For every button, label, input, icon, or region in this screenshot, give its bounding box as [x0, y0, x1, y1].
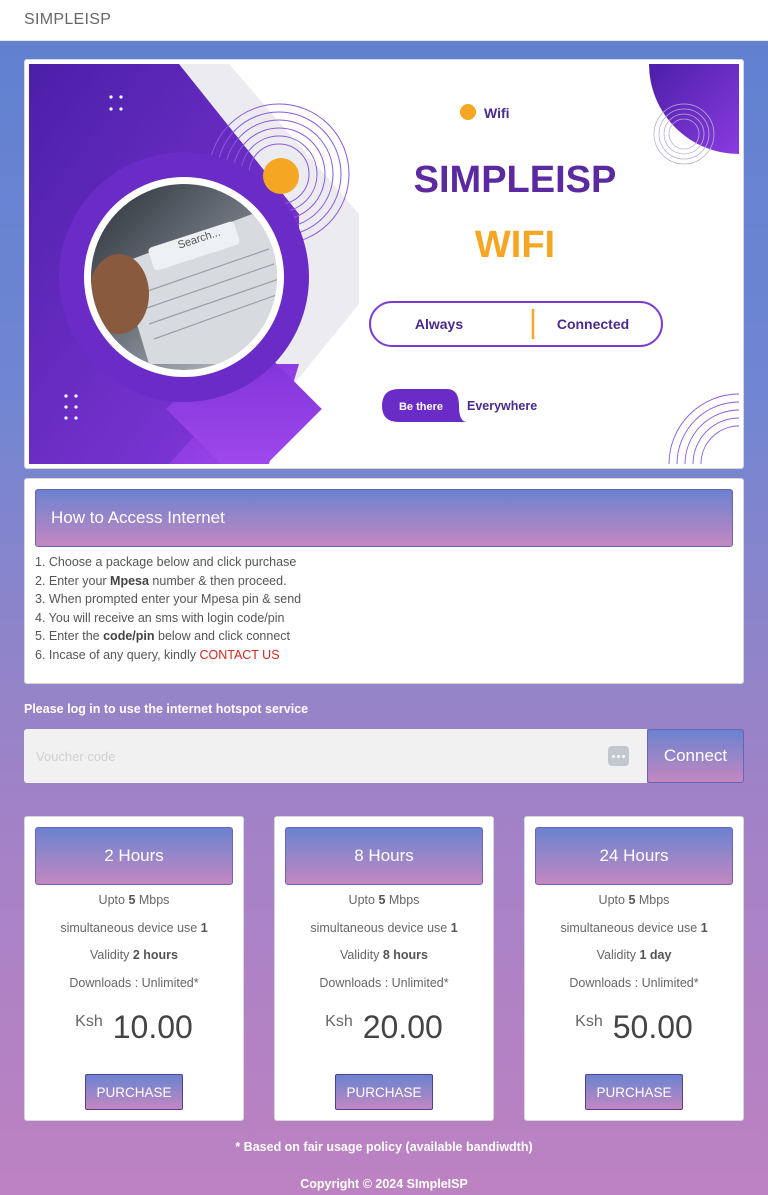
be-there-text: Be there	[399, 401, 443, 413]
banner-illustration: Search... Wifi SIMPLEISP WIFI Always Con…	[29, 64, 739, 464]
plan-price: Ksh 10.00	[25, 1009, 243, 1046]
wifi-tag: Wifi	[484, 105, 510, 121]
currency-label: Ksh	[575, 1013, 603, 1030]
plan-downloads: Downloads : Unlimited*	[69, 976, 199, 990]
contact-us-link[interactable]: CONTACT US	[199, 648, 279, 662]
plan-devices: simultaneous device use 1	[310, 921, 458, 935]
plan-price: Ksh 20.00	[275, 1009, 493, 1046]
everywhere-text: Everywhere	[467, 399, 537, 413]
pill-always: Always	[415, 316, 463, 332]
banner-subtitle: WIFI	[475, 224, 555, 266]
plan-validity: Validity 2 hours	[90, 948, 178, 962]
currency-label: Ksh	[325, 1013, 353, 1030]
step-item: 3. When prompted enter your Mpesa pin & …	[35, 592, 302, 607]
plan-downloads: Downloads : Unlimited*	[319, 976, 449, 990]
currency-label: Ksh	[75, 1013, 103, 1030]
plan-price: Ksh 50.00	[525, 1009, 743, 1046]
plan-header: 8 Hours	[285, 827, 483, 885]
price-amount: 50.00	[612, 1009, 693, 1045]
copyright-text: Copyright © 2024 SImpleISP	[300, 1177, 468, 1191]
top-navbar: SIMPLEISP	[0, 0, 768, 41]
price-amount: 10.00	[112, 1009, 193, 1045]
plan-speed: Upto 5 Mbps	[348, 893, 420, 907]
fair-usage-note: * Based on fair usage policy (available …	[235, 1140, 533, 1154]
plan-speed: Upto 5 Mbps	[598, 893, 670, 907]
plan-devices: simultaneous device use 1	[60, 921, 208, 935]
plan-validity: Validity 1 day	[596, 948, 672, 962]
banner-title: SIMPLEISP	[414, 159, 617, 201]
purchase-button[interactable]: PURCHASE	[85, 1074, 183, 1110]
access-title: How to Access Internet	[51, 508, 225, 527]
banner-card: Search... Wifi SIMPLEISP WIFI Always Con…	[24, 59, 744, 469]
access-header: How to Access Internet	[35, 489, 733, 547]
plan-speed: Upto 5 Mbps	[98, 893, 170, 907]
brand-logo-text[interactable]: SIMPLEISP	[24, 11, 111, 29]
plan-header: 2 Hours	[35, 827, 233, 885]
step-item: 4. You will receive an sms with login co…	[35, 610, 285, 625]
step-item: 1. Choose a package below and click purc…	[35, 555, 297, 569]
step-item: 6. Incase of any query, kindly CONTACT U…	[35, 647, 280, 662]
plan-card-8-hours: 8 Hours Upto 5 Mbps simultaneous device …	[274, 816, 494, 1121]
password-manager-icon[interactable]	[608, 746, 629, 766]
plan-validity: Validity 8 hours	[340, 948, 428, 962]
banner-image: Search... Wifi SIMPLEISP WIFI Always Con…	[29, 64, 739, 464]
access-instructions-card: How to Access Internet 1. Choose a packa…	[24, 478, 744, 684]
voucher-code-input[interactable]	[24, 729, 647, 783]
plan-header: 24 Hours	[535, 827, 733, 885]
purchase-button[interactable]: PURCHASE	[585, 1074, 683, 1110]
access-steps-list: 1. Choose a package below and click purc…	[35, 553, 301, 665]
login-label: Please log in to use the internet hotspo…	[24, 702, 309, 716]
connect-button[interactable]: Connect	[647, 729, 744, 783]
purchase-button[interactable]: PURCHASE	[335, 1074, 433, 1110]
price-amount: 20.00	[362, 1009, 443, 1045]
plan-downloads: Downloads : Unlimited*	[569, 976, 699, 990]
plan-devices: simultaneous device use 1	[560, 921, 708, 935]
step-item: 5. Enter the code/pin below and click co…	[35, 629, 291, 644]
plan-card-24-hours: 24 Hours Upto 5 Mbps simultaneous device…	[524, 816, 744, 1121]
plan-card-2-hours: 2 Hours Upto 5 Mbps simultaneous device …	[24, 816, 244, 1121]
voucher-field	[24, 729, 647, 783]
step-item: 2. Enter your Mpesa number & then procee…	[35, 573, 287, 588]
pill-connected: Connected	[557, 316, 629, 332]
